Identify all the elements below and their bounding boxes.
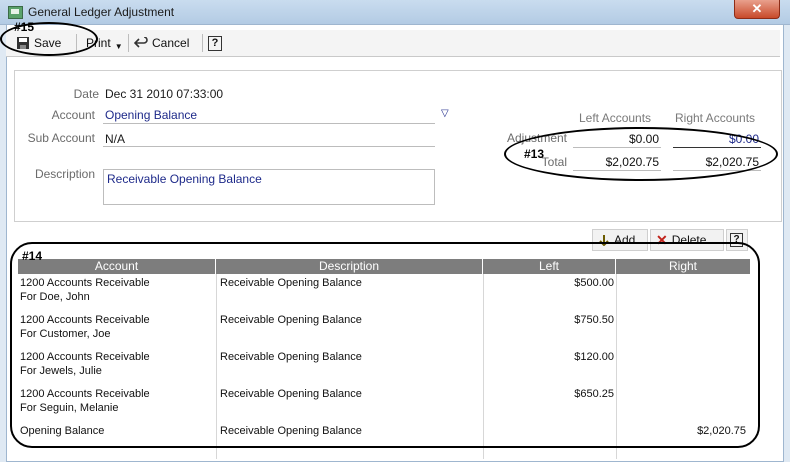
subaccount-underline	[103, 146, 435, 147]
app-icon	[8, 6, 23, 19]
annotation-tag-14: #14	[22, 249, 43, 263]
annotation-circle-13	[504, 127, 778, 181]
window-title: General Ledger Adjustment	[28, 5, 175, 19]
left-accounts-label: Left Accounts	[579, 111, 652, 125]
cancel-label: Cancel	[152, 36, 190, 50]
description-value: Receivable Opening Balance	[107, 172, 262, 186]
cancel-button[interactable]: Cancel	[134, 33, 189, 53]
description-label: Description	[34, 167, 95, 181]
account-label: Account	[51, 108, 95, 122]
subaccount-label: Sub Account	[27, 131, 95, 145]
chevron-down-icon: ▼	[114, 41, 123, 51]
help-button[interactable]: ?	[208, 33, 222, 53]
help-icon: ?	[208, 35, 222, 51]
close-button[interactable]: ✕	[734, 0, 780, 19]
chevron-down-icon[interactable]: ▽	[441, 108, 449, 119]
undo-icon	[134, 37, 148, 48]
description-field[interactable]: Receivable Opening Balance	[103, 169, 435, 205]
annotation-tag-13: #13	[524, 147, 545, 161]
title-bar: General Ledger Adjustment ✕	[0, 0, 790, 25]
toolbar-separator	[202, 34, 203, 52]
right-accounts-label: Right Accounts	[675, 111, 756, 125]
toolbar-separator	[128, 34, 129, 52]
annotation-tag-15: #15	[14, 20, 35, 34]
date-value: Dec 31 2010 07:33:00	[105, 87, 224, 101]
date-label: Date	[73, 87, 99, 101]
annotation-box-14	[10, 242, 760, 448]
subaccount-value[interactable]: N/A	[105, 132, 125, 146]
account-underline	[103, 123, 435, 124]
toolbar: Save Print ▼ Cancel ?	[6, 30, 780, 57]
account-select[interactable]: Opening Balance	[105, 108, 197, 122]
